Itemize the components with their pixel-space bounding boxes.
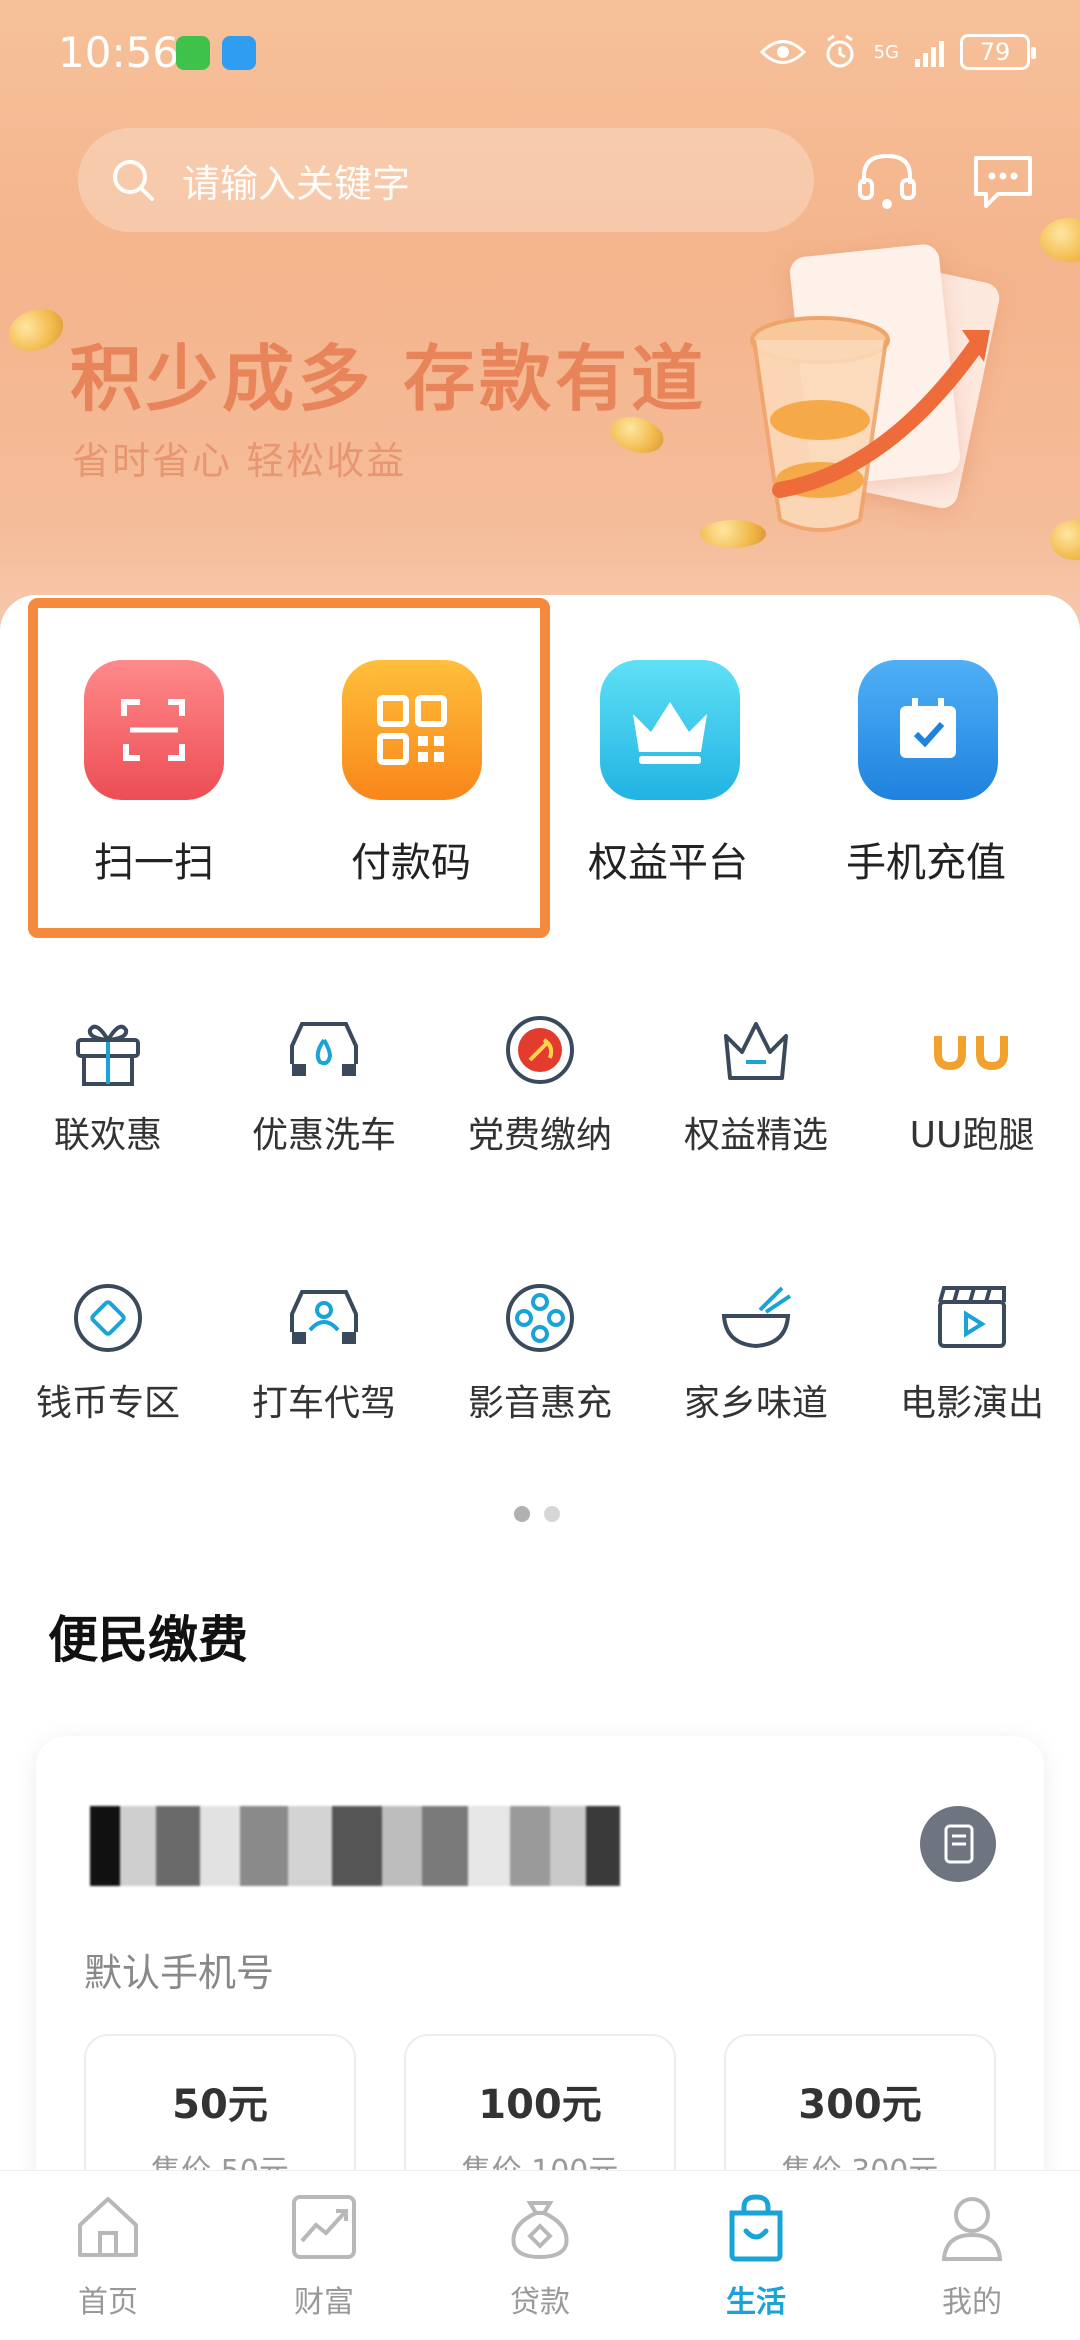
battery-level: 79 [979,38,1011,66]
status-indicators: 5G 79 [759,30,1036,74]
page-dot[interactable] [544,1506,560,1522]
service-label: 电影演出 [899,1383,1044,1424]
money-bag-icon [511,2201,569,2260]
masked-phone-number [90,1806,660,1896]
film-reel-icon[interactable] [500,1278,580,1358]
amount-value: 300元 [798,2082,922,2128]
service-label: UU跑腿 [909,1115,1035,1156]
section-title: 便民缴费 [48,1611,248,1669]
nav-life[interactable]: 生活 [648,2189,864,2321]
battery-icon: 79 [960,34,1036,70]
message-icon [222,36,256,70]
car-wash-icon[interactable] [284,1010,364,1090]
pagination-dots [514,1506,560,1522]
search-placeholder: 请输入关键字 [182,161,411,206]
crown-icon [633,702,707,764]
nav-label: 我的 [942,2285,1002,2320]
nav-home[interactable]: 首页 [0,2189,216,2321]
contacts-button[interactable] [920,1806,996,1882]
customer-service-icon[interactable] [852,146,922,216]
rights-platform-button[interactable] [600,660,740,800]
message-center-icon[interactable] [968,146,1038,216]
nav-label: 首页 [78,2285,138,2320]
mobile-recharge-button[interactable] [858,660,998,800]
wechat-icon [176,36,210,70]
service-label: 家乡味道 [683,1383,828,1424]
service-label: 权益精选 [683,1115,828,1156]
service-label: 优惠洗车 [251,1115,396,1156]
gift-icon[interactable] [68,1010,148,1090]
clapperboard-icon[interactable] [932,1278,1012,1358]
uu-logo-icon[interactable] [932,1010,1012,1090]
rights-platform-label: 权益平台 [588,840,748,886]
mobile-recharge-label: 手机充值 [846,840,1006,886]
party-emblem-icon[interactable] [500,1010,580,1090]
eye-icon [759,40,806,64]
nav-label: 生活 [726,2285,786,2320]
coin-decoration [2,301,70,359]
shopping-bag-icon [729,2194,783,2262]
address-book-icon [944,1824,974,1864]
amount-value: 50元 [172,2082,268,2128]
service-label: 钱币专区 [35,1383,180,1424]
signal-icon [915,37,944,67]
coin-diamond-icon[interactable] [68,1278,148,1358]
coin-decoration [1050,520,1080,560]
service-label: 影音惠充 [467,1383,612,1424]
user-icon [941,2197,1003,2261]
status-bar: 10:56 5G 79 [0,0,1080,110]
status-time: 10:56 [58,28,180,77]
service-label: 党费缴纳 [467,1115,612,1156]
bottom-navigation: 首页 财富 贷款 生活 我的 [0,2170,1080,2340]
savings-jar-illustration [750,316,990,532]
search-input[interactable]: 请输入关键字 [78,128,814,232]
nav-wealth[interactable]: 财富 [216,2189,432,2321]
amount-value: 100元 [478,2082,602,2128]
home-icon [78,2197,138,2257]
service-label: 联欢惠 [53,1115,162,1156]
service-label: 打车代驾 [251,1383,396,1424]
page-dot[interactable] [514,1506,530,1522]
nav-mine[interactable]: 我的 [864,2189,1080,2321]
nav-loan[interactable]: 贷款 [432,2189,648,2321]
crown-outline-icon[interactable] [716,1010,796,1090]
banner-slogan[interactable]: 积少成多 存款有道 [70,320,707,425]
calendar-check-icon [900,698,956,758]
search-icon [113,160,154,201]
banner-subslogan: 省时省心 轻松收益 [72,439,407,483]
bowl-icon[interactable] [716,1278,796,1358]
highlight-box [28,598,550,938]
chart-trend-icon [292,2195,356,2259]
coin-decoration [1040,218,1080,262]
default-phone-label: 默认手机号 [84,1951,275,1995]
taxi-driver-icon[interactable] [284,1278,364,1358]
nav-label: 贷款 [510,2285,570,2320]
nav-label: 财富 [294,2285,354,2320]
alarm-icon [826,34,854,68]
network-label: 5G [873,41,899,63]
